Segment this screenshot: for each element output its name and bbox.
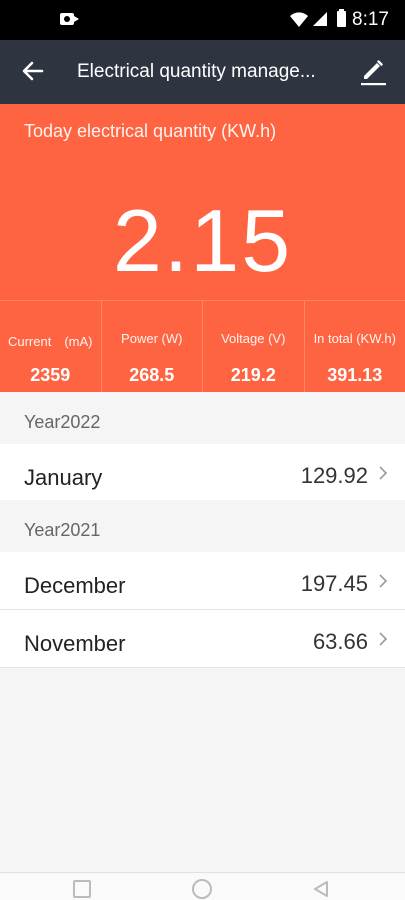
year-header: Year2022 bbox=[0, 392, 405, 444]
video-camera-icon bbox=[60, 13, 79, 25]
battery-icon bbox=[337, 9, 346, 27]
stats-row: Current (mA) 2359 Power (W) 268.5 Voltag… bbox=[0, 300, 405, 392]
status-time: 8:17 bbox=[352, 9, 389, 30]
month-value: 197.45 bbox=[300, 571, 368, 596]
stat-label: Voltage (V) bbox=[221, 331, 286, 346]
stat-value: 391.13 bbox=[327, 365, 383, 385]
back-triangle-icon[interactable] bbox=[312, 880, 330, 898]
today-label: Today electrical quantity (KW.h) bbox=[24, 121, 277, 141]
chevron-right-icon bbox=[379, 466, 388, 480]
month-name: December bbox=[24, 573, 126, 598]
chevron-right-icon bbox=[379, 574, 388, 588]
chevron-right-icon bbox=[379, 632, 388, 646]
wifi-icon bbox=[290, 12, 308, 27]
year-label: Year2022 bbox=[24, 412, 101, 432]
stat-current: Current (mA) 2359 bbox=[0, 301, 102, 392]
stat-label: In total (KW.h) bbox=[313, 331, 396, 346]
month-row-november[interactable]: November 63.66 bbox=[0, 610, 405, 668]
stat-power: Power (W) 268.5 bbox=[102, 301, 203, 392]
arrow-left-icon[interactable] bbox=[20, 58, 46, 84]
stat-value: 2359 bbox=[30, 365, 71, 385]
month-name: November bbox=[24, 631, 126, 656]
status-bar: 8:17 bbox=[0, 0, 405, 40]
system-nav-bar bbox=[0, 872, 405, 900]
stat-voltage: Voltage (V) 219.2 bbox=[203, 301, 305, 392]
stat-label: Current (mA) bbox=[7, 334, 93, 349]
stat-label: Power (W) bbox=[121, 331, 183, 346]
stat-value: 219.2 bbox=[230, 365, 276, 385]
app-bar: Electrical quantity manage... bbox=[0, 40, 405, 104]
page-title: Electrical quantity manage... bbox=[77, 61, 316, 82]
month-value: 129.92 bbox=[300, 463, 368, 488]
year-header: Year2021 bbox=[0, 500, 405, 552]
month-name: January bbox=[24, 465, 103, 490]
today-value: 2.15 bbox=[112, 191, 293, 290]
month-row-january[interactable]: January 129.92 bbox=[0, 444, 405, 502]
recents-square-icon[interactable] bbox=[73, 880, 91, 898]
month-value: 63.66 bbox=[312, 629, 368, 654]
stat-value: 268.5 bbox=[129, 365, 175, 385]
pencil-icon[interactable] bbox=[358, 57, 388, 87]
month-row-december[interactable]: December 197.45 bbox=[0, 552, 405, 610]
year-label: Year2021 bbox=[24, 520, 101, 540]
stat-total: In total (KW.h) 391.13 bbox=[305, 301, 405, 392]
home-circle-icon[interactable] bbox=[192, 879, 212, 899]
cell-signal-icon bbox=[313, 12, 327, 26]
